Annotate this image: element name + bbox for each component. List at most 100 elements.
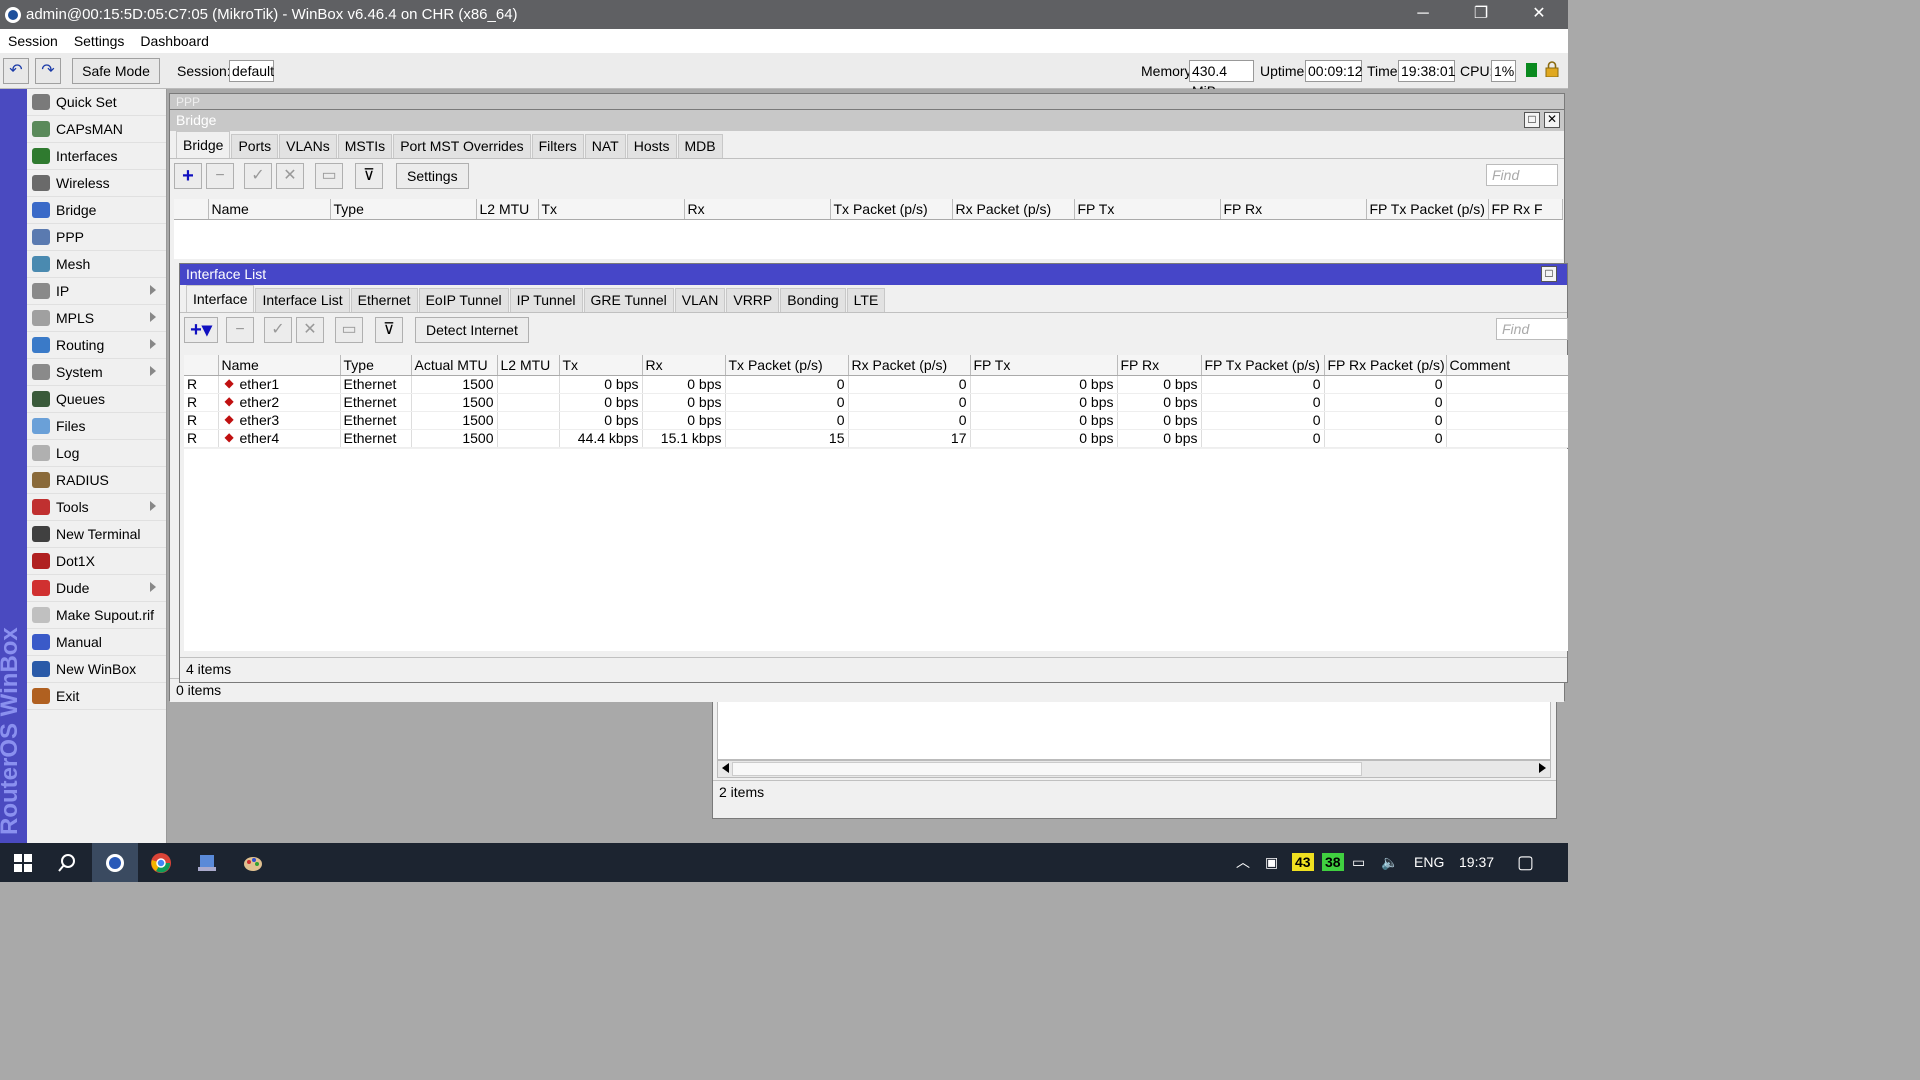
detect-internet-button[interactable]: Detect Internet xyxy=(415,317,529,343)
comment-icon[interactable]: ▭ xyxy=(335,317,363,343)
column-header[interactable]: L2 MTU xyxy=(497,355,560,376)
tab-vlans[interactable]: VLANs xyxy=(279,134,337,158)
taskbar-clock[interactable]: 19:37 xyxy=(1459,843,1494,882)
sidebar-item-bridge[interactable]: Bridge xyxy=(27,197,166,224)
taskbar-app4[interactable] xyxy=(230,843,276,882)
column-header[interactable]: Comment xyxy=(1446,355,1568,376)
filter-icon[interactable]: ⊽ xyxy=(375,317,403,343)
sidebar-item-queues[interactable]: Queues xyxy=(27,386,166,413)
taskbar-chrome[interactable] xyxy=(138,843,184,882)
redo-button[interactable]: ↷ xyxy=(35,58,61,84)
sidebar-item-make-supout-rif[interactable]: Make Supout.rif xyxy=(27,602,166,629)
sidebar-item-routing[interactable]: Routing xyxy=(27,332,166,359)
enable-icon[interactable]: ✓ xyxy=(244,163,272,189)
tab-vlan[interactable]: VLAN xyxy=(674,288,726,312)
disable-icon[interactable]: ✕ xyxy=(296,317,324,343)
remove-icon[interactable]: − xyxy=(206,163,234,189)
column-header[interactable] xyxy=(174,199,209,220)
safe-mode-button[interactable]: Safe Mode xyxy=(72,58,160,84)
tray-badge-2[interactable]: 38 xyxy=(1322,853,1344,871)
column-header[interactable]: Tx Packet (p/s) xyxy=(725,355,849,376)
column-header[interactable] xyxy=(184,355,219,376)
tab-bridge[interactable]: Bridge xyxy=(176,131,231,158)
sidebar-item-radius[interactable]: RADIUS xyxy=(27,467,166,494)
tab-nat[interactable]: NAT xyxy=(584,134,626,158)
maximize-button[interactable]: ❐ xyxy=(1452,0,1510,29)
tab-interface[interactable]: Interface xyxy=(186,285,255,312)
column-header[interactable]: FP Tx Packet (p/s) xyxy=(1201,355,1325,376)
sidebar-item-new-terminal[interactable]: New Terminal xyxy=(27,521,166,548)
tab-mdb[interactable]: MDB xyxy=(677,134,723,158)
taskbar-app3[interactable] xyxy=(184,843,230,882)
tab-eoip-tunnel[interactable]: EoIP Tunnel xyxy=(418,288,509,312)
tab-bonding[interactable]: Bonding xyxy=(780,288,846,312)
sidebar-item-wireless[interactable]: Wireless xyxy=(27,170,166,197)
sidebar-item-ppp[interactable]: PPP xyxy=(27,224,166,251)
menu-session[interactable]: Session xyxy=(0,33,66,49)
sidebar-item-ip[interactable]: IP xyxy=(27,278,166,305)
scroll-left-icon[interactable] xyxy=(722,763,729,773)
remove-icon[interactable]: − xyxy=(226,317,254,343)
sidebar-item-dude[interactable]: Dude xyxy=(27,575,166,602)
table-row[interactable]: Rether3Ethernet15000 bps0 bps000 bps0 bp… xyxy=(184,411,1568,430)
taskbar-winbox[interactable] xyxy=(92,843,138,882)
filter-icon[interactable]: ⊽ xyxy=(355,163,383,189)
scroll-thumb[interactable] xyxy=(732,762,1362,776)
tab-ip-tunnel[interactable]: IP Tunnel xyxy=(509,288,583,312)
notifications-icon[interactable]: ▢ xyxy=(1517,843,1534,882)
bridge-maximize-icon[interactable]: □ xyxy=(1524,112,1540,128)
tab-vrrp[interactable]: VRRP xyxy=(726,288,780,312)
column-header[interactable]: FP Tx xyxy=(970,355,1118,376)
column-header[interactable]: Type xyxy=(340,355,412,376)
table-row[interactable]: Rether2Ethernet15000 bps0 bps000 bps0 bp… xyxy=(184,393,1568,412)
column-header[interactable]: FP Rx Packet (p/s) xyxy=(1324,355,1447,376)
tab-ethernet[interactable]: Ethernet xyxy=(350,288,418,312)
column-header[interactable]: Actual MTU xyxy=(411,355,498,376)
column-header[interactable]: Rx Packet (p/s) xyxy=(952,199,1075,220)
sidebar-item-new-winbox[interactable]: New WinBox xyxy=(27,656,166,683)
scroll-right-icon[interactable] xyxy=(1539,763,1546,773)
table-row[interactable]: Rether4 Ethernet1500 44.4 kbps15.1 kbps151… xyxy=(184,429,1568,448)
sidebar-item-mpls[interactable]: MPLS xyxy=(27,305,166,332)
sidebar-item-tools[interactable]: Tools xyxy=(27,494,166,521)
sidebar-item-log[interactable]: Log xyxy=(27,440,166,467)
tab-filters[interactable]: Filters xyxy=(531,134,584,158)
minimize-button[interactable]: ─ xyxy=(1394,0,1452,29)
column-header[interactable]: Rx Packet (p/s) xyxy=(848,355,971,376)
sidebar-item-files[interactable]: Files xyxy=(27,413,166,440)
sidebar-item-interfaces[interactable]: Interfaces xyxy=(27,143,166,170)
interface-list-window[interactable]: Interface List □ Interface Interface List… xyxy=(179,263,1568,683)
column-header[interactable]: Rx xyxy=(684,199,831,220)
tab-interface-list[interactable]: Interface List xyxy=(255,288,350,312)
table-row[interactable]: Rether1Ethernet15000 bps0 bps000 bps0 bp… xyxy=(184,375,1568,394)
settings-button[interactable]: Settings xyxy=(396,163,469,189)
sidebar-item-manual[interactable]: Manual xyxy=(27,629,166,656)
tab-gre-tunnel[interactable]: GRE Tunnel xyxy=(583,288,674,312)
start-button[interactable] xyxy=(0,843,46,882)
tab-port-mst-overrides[interactable]: Port MST Overrides xyxy=(393,134,531,158)
tab-ports[interactable]: Ports xyxy=(231,134,279,158)
add-dropdown-icon[interactable]: +▾ xyxy=(184,317,218,343)
horizontal-scrollbar[interactable] xyxy=(717,760,1551,778)
enable-icon[interactable]: ✓ xyxy=(264,317,292,343)
column-header[interactable]: Tx Packet (p/s) xyxy=(830,199,953,220)
tab-mstis[interactable]: MSTIs xyxy=(337,134,393,158)
tray-app-icon[interactable]: ▣ xyxy=(1265,843,1278,882)
column-header[interactable]: Tx xyxy=(559,355,643,376)
column-header[interactable]: FP Tx xyxy=(1074,199,1221,220)
sidebar-item-exit[interactable]: Exit xyxy=(27,683,166,710)
sidebar-item-dot1x[interactable]: Dot1X xyxy=(27,548,166,575)
interface-maximize-icon[interactable]: □ xyxy=(1541,266,1557,282)
search-button[interactable] xyxy=(44,843,90,882)
column-header[interactable]: Name xyxy=(218,355,341,376)
interface-find-input[interactable]: Find xyxy=(1496,318,1568,340)
tab-lte[interactable]: LTE xyxy=(846,288,886,312)
column-header[interactable]: FP Tx Packet (p/s) xyxy=(1366,199,1489,220)
menu-dashboard[interactable]: Dashboard xyxy=(132,33,217,49)
bridge-find-input[interactable]: Find xyxy=(1486,164,1558,186)
column-header[interactable]: Rx xyxy=(642,355,726,376)
column-header[interactable]: Type xyxy=(330,199,477,220)
disable-icon[interactable]: ✕ xyxy=(276,163,304,189)
sidebar-item-system[interactable]: System xyxy=(27,359,166,386)
close-button[interactable]: ✕ xyxy=(1510,0,1568,29)
